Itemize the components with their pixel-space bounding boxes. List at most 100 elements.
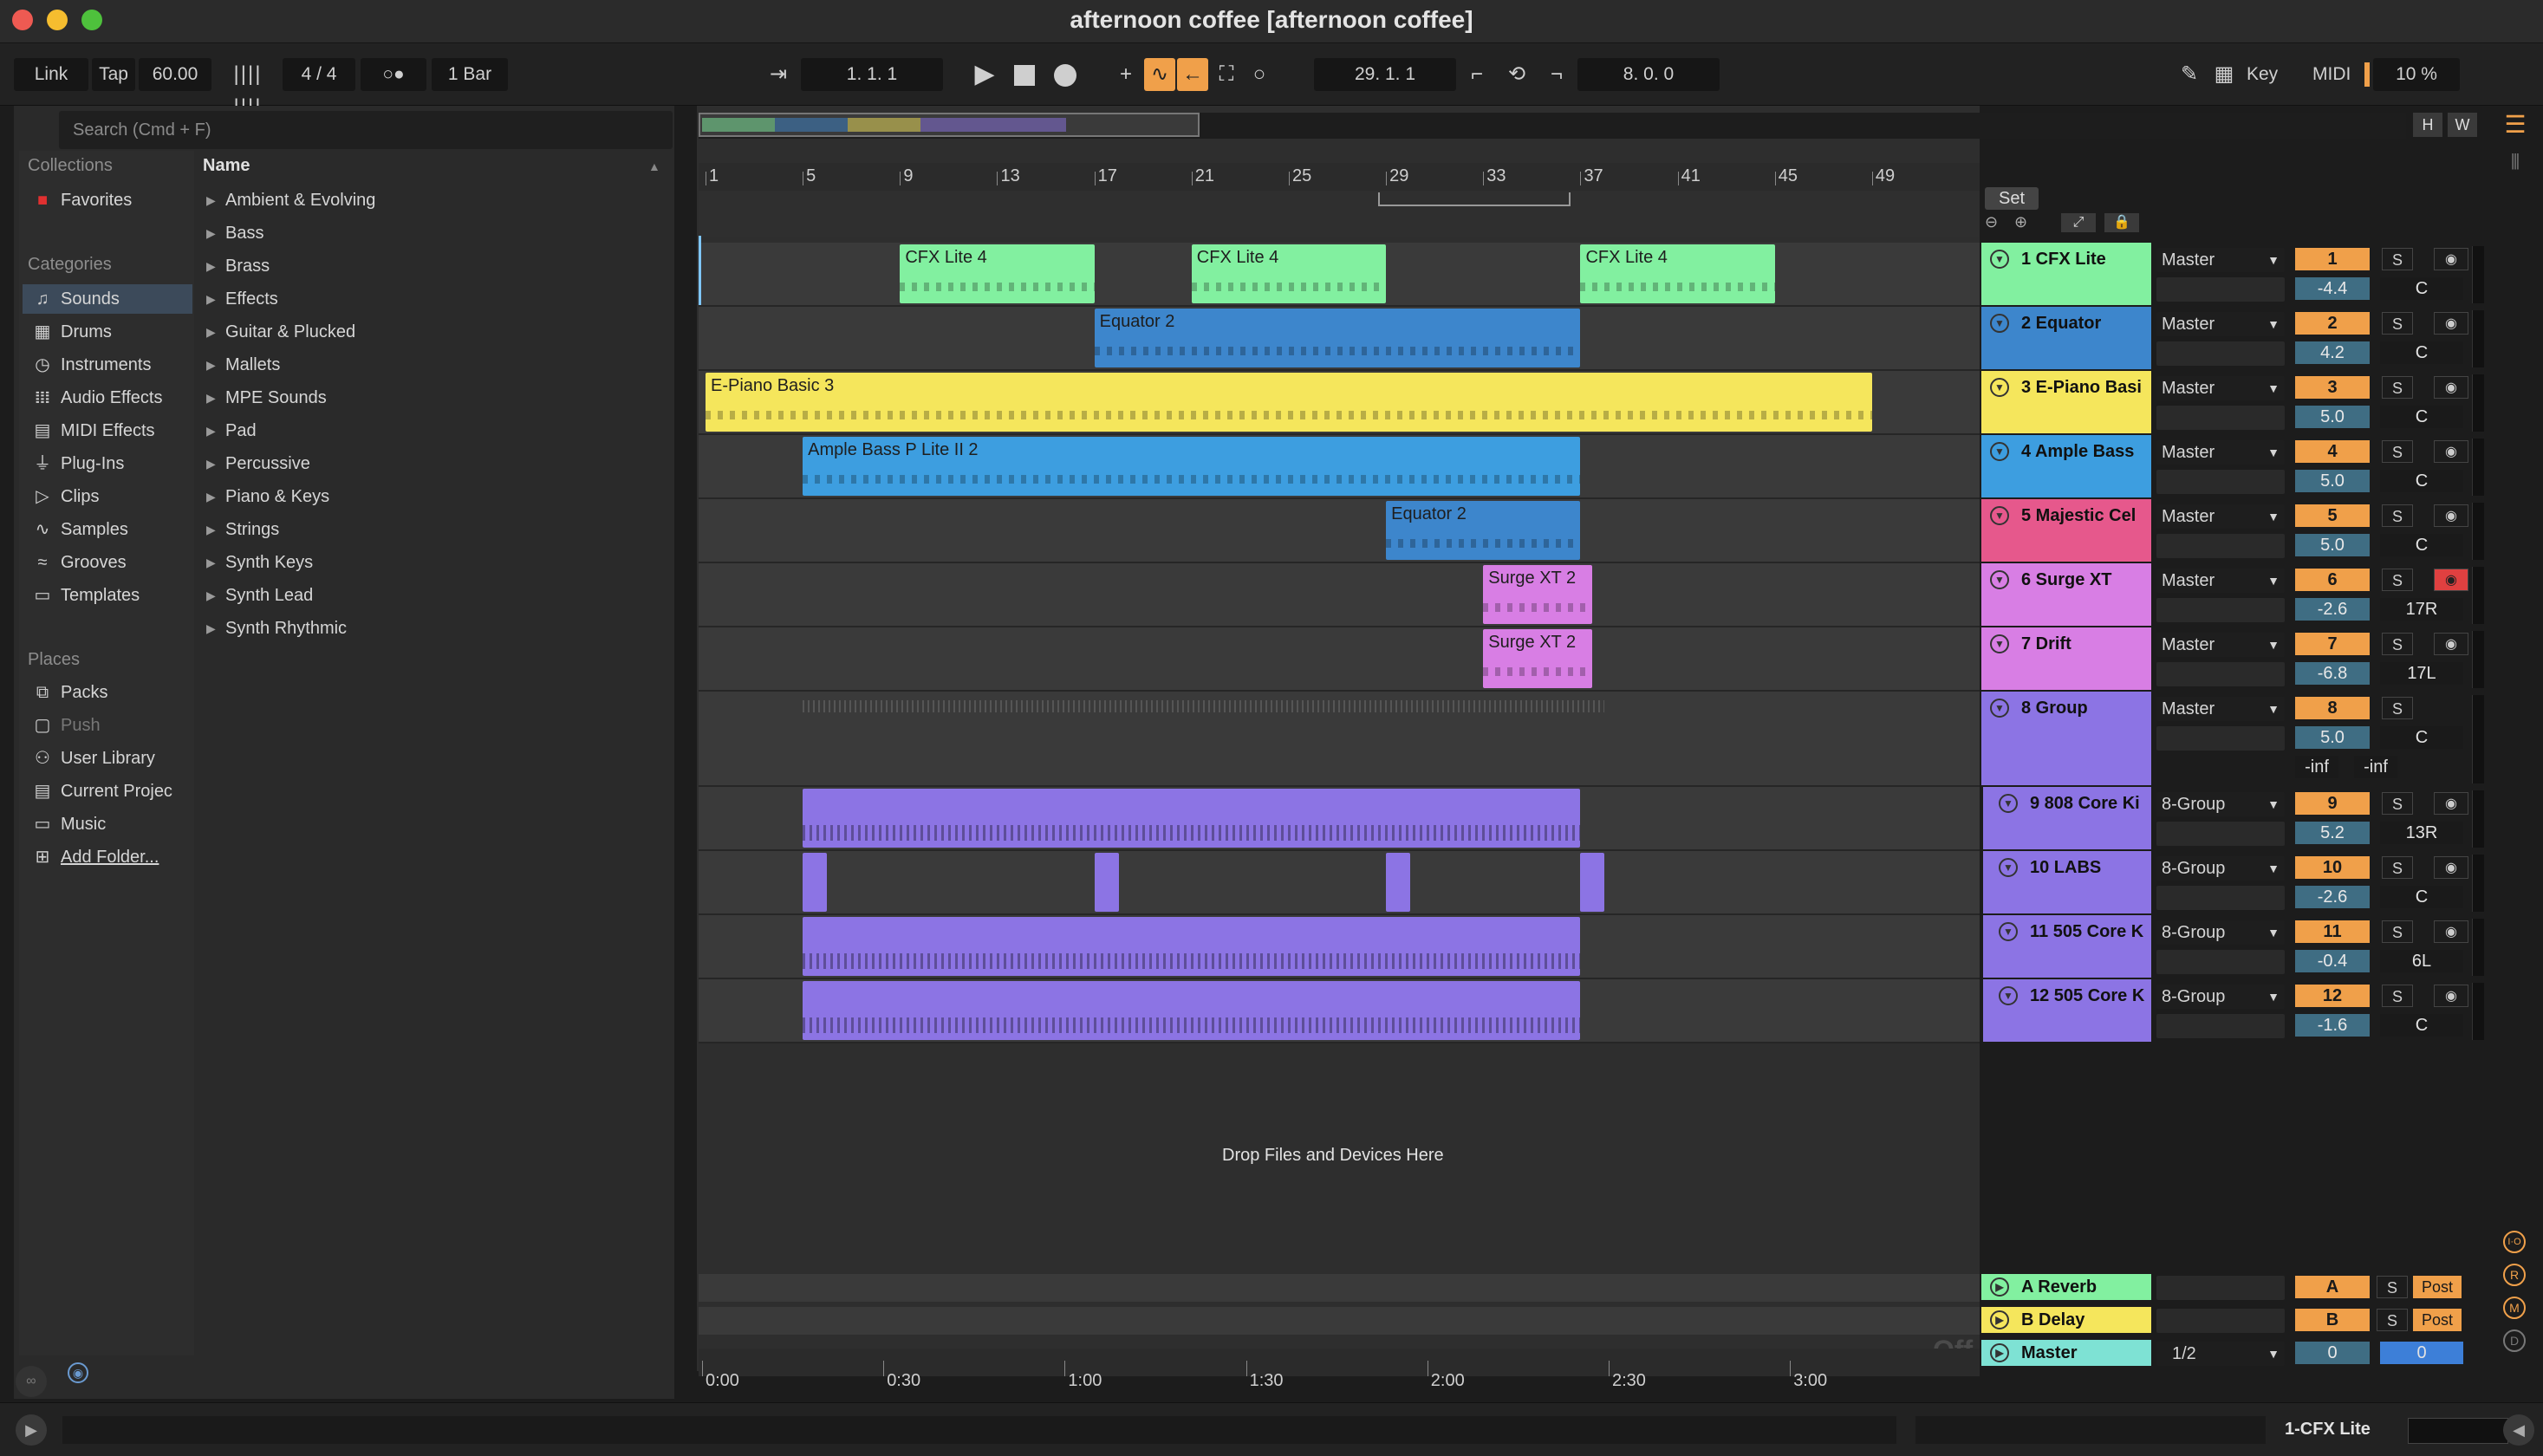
link-button[interactable]: Link (14, 58, 88, 91)
fold-icon[interactable]: ▼ (1990, 378, 2009, 397)
pan-field[interactable]: C (2380, 341, 2463, 364)
return-lane-a[interactable] (699, 1274, 1980, 1302)
track-header[interactable]: ▼ 1 CFX Lite (1981, 243, 2151, 305)
sidebar-item-samples[interactable]: ∿ Samples (23, 515, 192, 544)
track-header[interactable]: ▼ 12 505 Core K (1990, 979, 2151, 1042)
track-activator-button[interactable]: 3 (2295, 376, 2370, 399)
fold-icon[interactable]: ▼ (1999, 858, 2018, 877)
arm-button[interactable]: ◉ (2434, 440, 2468, 463)
output-channel-dropdown[interactable] (2156, 950, 2285, 974)
output-routing-dropdown[interactable]: Master ▼ (2156, 697, 2285, 721)
output-routing-dropdown[interactable]: Master ▼ (2156, 440, 2285, 465)
arrangement-clip[interactable]: CFX Lite 4 (1580, 244, 1775, 303)
track-header[interactable]: ▼ 6 Surge XT (1981, 563, 2151, 626)
punch-in-icon[interactable]: ⌐ (1460, 58, 1494, 91)
places-item-music[interactable]: ▭ Music (23, 809, 192, 839)
track-activator-button[interactable]: 9 (2295, 792, 2370, 815)
track-activator-button[interactable]: 8 (2295, 697, 2370, 719)
sidebar-item-clips[interactable]: ▷ Clips (23, 482, 192, 511)
volume-field[interactable]: -0.4 (2295, 950, 2370, 972)
keyboard-icon[interactable]: ▦ (2208, 58, 2240, 91)
follow-icon[interactable]: ⇥ (759, 58, 797, 91)
metronome-toggle[interactable]: ○● (361, 58, 426, 91)
track-header[interactable]: ▼ 11 505 Core K (1990, 915, 2151, 978)
expand-triangle-icon[interactable]: ▶ (206, 185, 216, 215)
solo-button[interactable]: S (2377, 1309, 2408, 1331)
name-column-header[interactable]: Name (203, 156, 250, 176)
solo-button[interactable]: S (2382, 792, 2413, 815)
fold-icon[interactable]: ▼ (1999, 986, 2018, 1005)
info-view-toggle-icon[interactable]: ▶ (16, 1414, 47, 1446)
sort-arrow-icon[interactable]: ▲ (648, 159, 660, 173)
delay-toggle-icon[interactable]: D (2503, 1329, 2526, 1352)
track-lane[interactable] (699, 563, 1980, 627)
solo-button[interactable]: S (2382, 697, 2413, 719)
track-activator-button[interactable]: 11 (2295, 920, 2370, 943)
fold-icon[interactable]: ▼ (1990, 250, 2009, 269)
output-channel-dropdown[interactable] (2156, 470, 2285, 494)
output-routing-dropdown[interactable]: Master ▼ (2156, 312, 2285, 336)
arm-button[interactable]: ◉ (2434, 920, 2468, 943)
loop-length-field[interactable]: 8. 0. 0 (1577, 58, 1720, 91)
loop-icon[interactable]: ⟲ (1499, 58, 1534, 91)
arrangement-clip[interactable] (1094, 853, 1119, 912)
solo-button[interactable]: S (2382, 920, 2413, 943)
browser-item[interactable]: ▶ Guitar & Plucked (199, 317, 667, 347)
browser-item[interactable]: ▶ Bass (199, 218, 667, 248)
sidebar-item-plug-ins[interactable]: ⏚ Plug-Ins (23, 449, 192, 478)
arrangement-clip[interactable] (803, 917, 1581, 976)
output-channel-dropdown[interactable] (2156, 406, 2285, 430)
master-volume-field[interactable]: 0 (2295, 1342, 2370, 1364)
expand-triangle-icon[interactable]: ▶ (206, 350, 216, 380)
browser-item[interactable]: ▶ Effects (199, 284, 667, 314)
browser-item[interactable]: ▶ Mallets (199, 350, 667, 380)
arm-button[interactable]: ◉ (2434, 376, 2468, 399)
track-lane[interactable] (699, 627, 1980, 692)
expand-triangle-icon[interactable]: ▶ (206, 449, 216, 478)
arrangement-clip[interactable]: E-Piano Basic 3 (706, 373, 1872, 432)
expand-triangle-icon[interactable]: ▶ (206, 251, 216, 281)
back-to-arrangement-icon[interactable]: ← (1177, 58, 1208, 91)
output-channel-dropdown[interactable] (2156, 277, 2285, 302)
fold-icon[interactable]: ▶ (1990, 1310, 2009, 1329)
arm-button[interactable]: ◉ (2434, 312, 2468, 335)
fold-icon[interactable]: ▼ (1990, 314, 2009, 333)
output-channel-dropdown[interactable] (2156, 1014, 2285, 1038)
automation-arm-icon[interactable]: ∿ (1144, 58, 1175, 91)
track-activator-button[interactable]: 5 (2295, 504, 2370, 527)
expand-icon[interactable]: ⤢ (2061, 213, 2096, 232)
places-item-add-folder-[interactable]: ⊞ Add Folder... (23, 842, 192, 872)
track-header[interactable]: ▼ 7 Drift (1981, 627, 2151, 690)
expand-triangle-icon[interactable]: ▶ (206, 383, 216, 413)
volume-field[interactable]: -1.6 (2295, 1014, 2370, 1037)
expand-triangle-icon[interactable]: ▶ (206, 548, 216, 577)
browser-item[interactable]: ▶ Synth Keys (199, 548, 667, 577)
pan-field[interactable]: C (2380, 886, 2463, 908)
fold-icon[interactable]: ▶ (1990, 1343, 2009, 1362)
volume-field[interactable]: 4.2 (2295, 341, 2370, 364)
arrangement-clip[interactable]: Equator 2 (1094, 309, 1581, 367)
track-header[interactable]: ▼ 2 Equator (1981, 307, 2151, 369)
sidebar-item-instruments[interactable]: ◷ Instruments (23, 350, 192, 380)
arrangement-clip[interactable]: CFX Lite 4 (1191, 244, 1387, 303)
track-activator-button[interactable]: 10 (2295, 856, 2370, 879)
output-channel-dropdown[interactable] (2156, 886, 2285, 910)
expand-triangle-icon[interactable]: ▶ (206, 614, 216, 643)
pan-field[interactable]: C (2380, 534, 2463, 556)
master-pan-field[interactable]: 0 (2380, 1342, 2463, 1364)
master-track-header[interactable]: ▶ Master (1981, 1340, 2151, 1366)
fold-icon[interactable]: ▼ (1990, 699, 2009, 718)
loop-start-field[interactable]: 29. 1. 1 (1314, 58, 1456, 91)
track-header[interactable]: ▼ 5 Majestic Cel (1981, 499, 2151, 562)
browser-item[interactable]: ▶ Synth Lead (199, 581, 667, 610)
locator-lane[interactable] (699, 191, 1980, 237)
output-channel-dropdown[interactable] (2156, 534, 2285, 558)
return-track-header[interactable]: ▶ A Reverb (1981, 1274, 2151, 1300)
return-track-header[interactable]: ▶ B Delay (1981, 1307, 2151, 1333)
arrangement-clip[interactable] (1386, 853, 1411, 912)
solo-button[interactable]: S (2382, 248, 2413, 270)
expand-triangle-icon[interactable]: ▶ (206, 284, 216, 314)
track-activator-button[interactable]: 12 (2295, 985, 2370, 1007)
fold-icon[interactable]: ▼ (1990, 442, 2009, 461)
position-field[interactable]: 1. 1. 1 (801, 58, 943, 91)
